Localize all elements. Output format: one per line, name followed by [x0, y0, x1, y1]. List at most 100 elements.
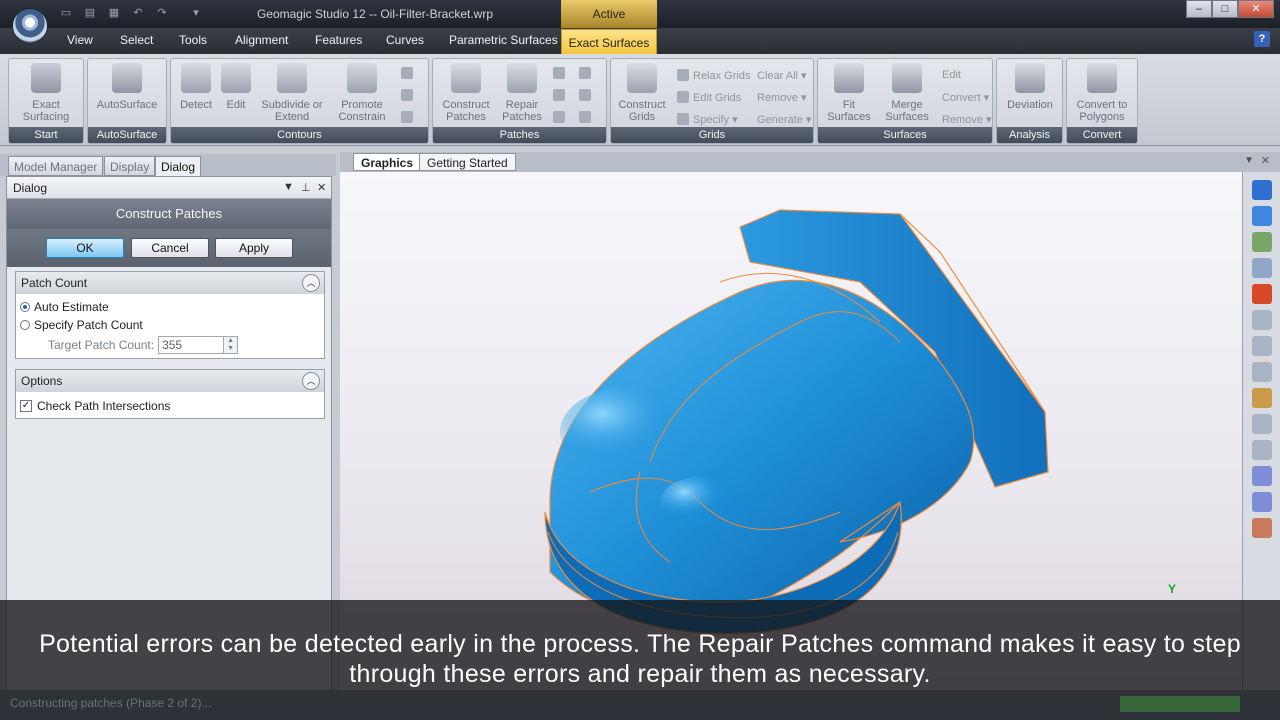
patch-count-header[interactable]: Patch Count ︿ — [16, 272, 324, 294]
select-through-icon[interactable] — [1252, 466, 1272, 486]
patch-tool-3-icon[interactable] — [553, 89, 565, 101]
lighting-icon[interactable] — [1252, 284, 1272, 304]
construct-patches-label: Construct Patches — [442, 99, 490, 123]
patch-tool-1-icon[interactable] — [553, 67, 565, 79]
tab-curves[interactable]: Curves — [386, 33, 424, 47]
custom-select-icon[interactable] — [1252, 414, 1272, 434]
specify-button[interactable]: Specify ▾ — [677, 113, 738, 126]
tab-display[interactable]: Display — [104, 156, 156, 176]
options-header[interactable]: Options ︿ — [16, 370, 324, 392]
group-label-autosurface: AutoSurface — [88, 127, 166, 143]
check-path-checkbox[interactable]: ✓ — [20, 400, 32, 412]
tab-features[interactable]: Features — [315, 33, 362, 47]
clear-all-button[interactable]: Clear All ▾ — [757, 69, 807, 82]
view-cube-icon[interactable] — [1252, 180, 1272, 200]
patch-tool-2-icon[interactable] — [579, 67, 591, 79]
path-select-icon[interactable] — [1252, 440, 1272, 460]
grids-remove-button[interactable]: Remove ▾ — [757, 91, 807, 104]
repair-patches-button[interactable]: Repair Patches — [491, 63, 553, 123]
tab-alignment[interactable]: Alignment — [235, 33, 288, 47]
deviation-button[interactable]: Deviation — [999, 63, 1061, 111]
patch-tool-4-icon[interactable] — [579, 89, 591, 101]
construct-patches-button[interactable]: Construct Patches — [435, 63, 497, 123]
contour-tool-1-icon[interactable] — [401, 67, 413, 79]
grids-remove-label: Remove — [757, 92, 798, 104]
check-path-option[interactable]: ✓ Check Path Intersections — [16, 397, 324, 415]
specify-patch-count-radio[interactable] — [20, 320, 30, 330]
lasso-select-icon[interactable] — [1252, 336, 1272, 356]
exact-surfacing-button[interactable]: Exact Surfacing — [15, 63, 77, 123]
auto-estimate-option[interactable]: Auto Estimate — [16, 298, 324, 316]
tab-graphics[interactable]: Graphics — [353, 153, 422, 171]
patch-tool-5-icon[interactable] — [553, 111, 565, 123]
surfaces-remove-button[interactable]: Remove ▾ — [942, 113, 992, 126]
clear-all-label: Clear All — [757, 70, 798, 82]
convert-polygons-icon — [1087, 63, 1117, 93]
options-title: Options — [21, 374, 63, 388]
help-icon[interactable]: ? — [1254, 31, 1270, 47]
tab-dialog[interactable]: Dialog — [155, 156, 202, 176]
subdivide-extend-button[interactable]: Subdivide or Extend — [259, 63, 325, 123]
apply-button[interactable]: Apply — [215, 238, 293, 258]
panel-header-title: Dialog — [13, 181, 48, 195]
active-context-label: Active — [561, 0, 657, 28]
promote-constrain-button[interactable]: Promote Constrain — [329, 63, 395, 123]
exact-surfacing-icon — [31, 63, 61, 93]
viewport-close-icon[interactable]: ✕ — [1261, 154, 1270, 167]
tab-tools[interactable]: Tools — [179, 33, 207, 47]
ok-button[interactable]: OK — [46, 238, 124, 258]
panel-dropdown-icon[interactable]: ▼ — [283, 181, 294, 193]
construct-grids-label: Construct Grids — [618, 99, 666, 123]
view-fit-icon[interactable] — [1252, 232, 1272, 252]
tab-select[interactable]: Select — [120, 33, 153, 47]
tab-model-manager[interactable]: Model Manager — [8, 156, 104, 176]
viewport-dropdown-icon[interactable]: ▼ — [1244, 155, 1254, 166]
convert-to-polygons-button[interactable]: Convert to Polygons — [1071, 63, 1133, 123]
patch-delete-icon[interactable] — [579, 111, 591, 123]
auto-estimate-radio[interactable] — [20, 302, 30, 312]
status-text: Constructing patches (Phase 2 of 2)... — [10, 696, 212, 710]
fit-surfaces-button[interactable]: Fit Surfaces — [818, 63, 880, 123]
maximize-button[interactable]: □ — [1212, 0, 1238, 18]
surfaces-convert-button[interactable]: Convert ▾ — [942, 91, 989, 104]
collapse-icon[interactable]: ︿ — [302, 372, 320, 390]
tab-exact-surfaces[interactable]: Exact Surfaces — [561, 29, 657, 54]
zoom-icon[interactable] — [1252, 258, 1272, 278]
edit-grids-icon — [677, 91, 689, 103]
contour-delete-icon[interactable] — [401, 111, 413, 123]
collapse-icon[interactable]: ︿ — [302, 274, 320, 292]
close-button[interactable]: ✕ — [1238, 0, 1274, 18]
tab-view[interactable]: View — [67, 33, 93, 47]
tab-parametric-surfaces[interactable]: Parametric Surfaces — [449, 33, 558, 47]
view-front-icon[interactable] — [1252, 206, 1272, 226]
window-controls: – □ ✕ — [1186, 0, 1274, 18]
edit-grids-button[interactable]: Edit Grids — [677, 91, 741, 104]
status-bar: Constructing patches (Phase 2 of 2)... — [0, 690, 1280, 720]
pin-icon[interactable]: ⊥ — [301, 181, 311, 194]
line-select-icon[interactable] — [1252, 362, 1272, 382]
select-visible-icon[interactable] — [1252, 492, 1272, 512]
contour-edit-button[interactable]: Edit — [213, 63, 259, 111]
select-all-icon[interactable] — [1252, 518, 1272, 538]
options-section: Options ︿ ✓ Check Path Intersections — [15, 369, 325, 419]
specify-patch-count-option[interactable]: Specify Patch Count — [16, 316, 324, 334]
merge-surfaces-button[interactable]: Merge Surfaces — [876, 63, 938, 123]
generate-button[interactable]: Generate ▾ — [757, 113, 811, 126]
tab-getting-started[interactable]: Getting Started — [419, 153, 516, 171]
paint-select-icon[interactable] — [1252, 388, 1272, 408]
construct-grids-button[interactable]: Construct Grids — [611, 63, 673, 123]
application-menu-button[interactable] — [12, 8, 48, 44]
cancel-button[interactable]: Cancel — [131, 238, 209, 258]
relax-grids-button[interactable]: Relax Grids — [677, 69, 750, 82]
repair-patches-icon — [507, 63, 537, 93]
minimize-button[interactable]: – — [1186, 0, 1212, 18]
panel-close-icon[interactable]: ✕ — [317, 181, 326, 194]
fit-surfaces-icon — [834, 63, 864, 93]
target-patch-count-spinner[interactable]: ▲ ▼ — [224, 336, 239, 354]
surfaces-edit-label: Edit — [942, 69, 961, 81]
surfaces-edit-button[interactable]: Edit — [942, 69, 961, 81]
contour-tool-2-icon[interactable] — [401, 89, 413, 101]
autosurface-button[interactable]: AutoSurface — [96, 63, 158, 111]
target-patch-count-input[interactable] — [158, 336, 225, 354]
rectangle-select-icon[interactable] — [1252, 310, 1272, 330]
